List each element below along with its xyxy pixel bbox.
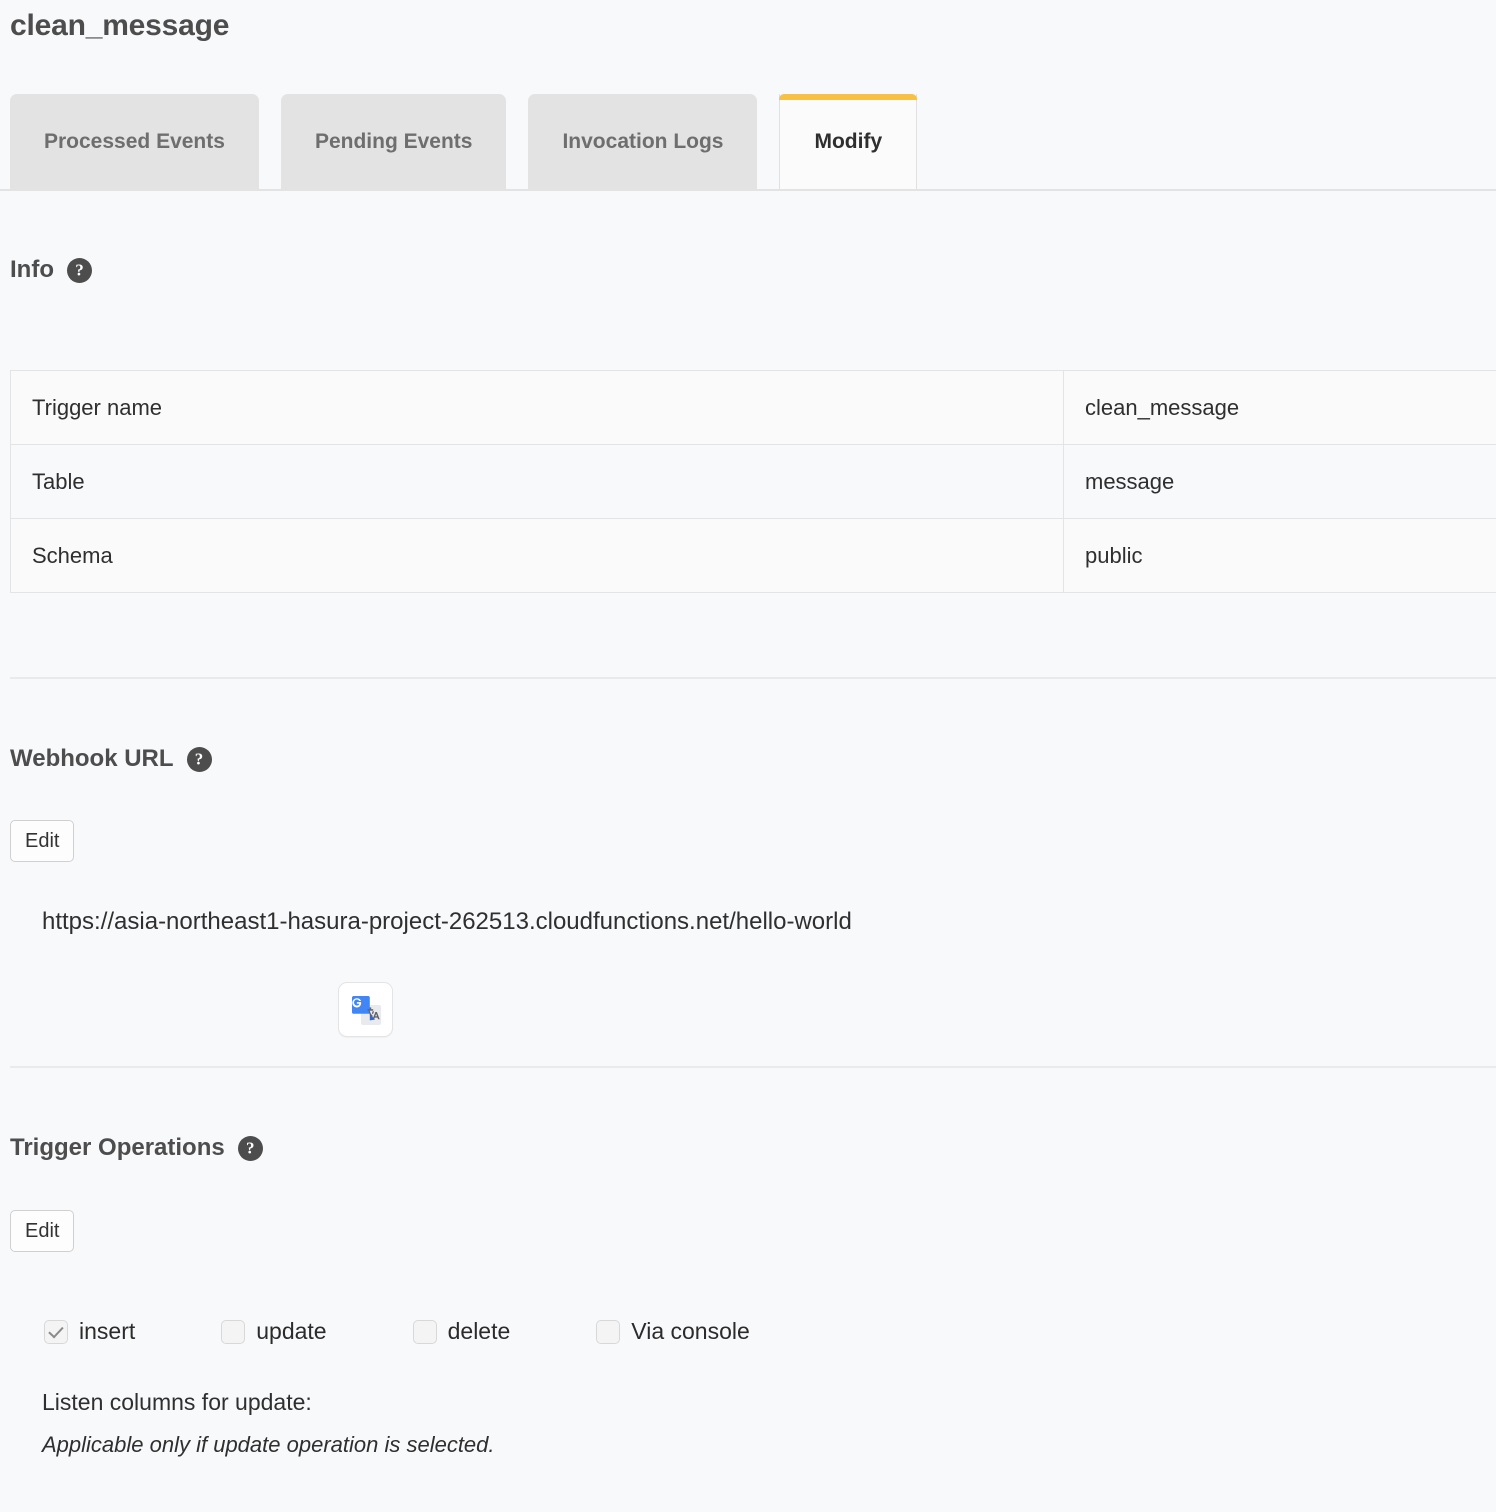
tab-pending-events[interactable]: Pending Events [280,94,507,189]
operation-label: delete [447,1318,511,1344]
info-row-value: message [1063,444,1496,519]
operation-label: insert [79,1318,136,1344]
operation-insert[interactable]: insert [44,1318,135,1345]
webhook-section-heading: Webhook URL ? [10,745,212,773]
operation-label: update [256,1318,327,1344]
table-row: Table message [10,444,1496,519]
operation-via-console[interactable]: Via console [596,1318,750,1345]
operation-delete[interactable]: delete [412,1318,511,1345]
webhook-edit-button[interactable]: Edit [10,820,75,862]
checkbox-icon[interactable] [412,1319,437,1344]
help-circle-icon[interactable]: ? [237,1135,263,1161]
checkbox-icon[interactable] [596,1319,621,1344]
listen-columns-label: Listen columns for update: [42,1389,312,1415]
google-translate-glyph [351,995,381,1025]
table-row: Trigger name clean_message [10,370,1496,445]
operation-update[interactable]: update [221,1318,327,1345]
section-divider [10,1066,1496,1068]
checkbox-icon[interactable] [44,1319,68,1344]
tab-processed-events[interactable]: Processed Events [10,94,259,189]
info-row-value: public [1063,518,1496,593]
modify-trigger-page: clean_message Processed Events Pending Ev… [0,0,1496,1512]
page-title: clean_message [10,9,230,42]
operation-label: Via console [631,1318,750,1344]
webhook-heading-label: Webhook URL [10,745,174,772]
webhook-url-value: https://asia-northeast1-hasura-project-2… [42,908,852,935]
info-row-value: clean_message [1063,370,1496,445]
info-row-key: Trigger name [10,370,1064,445]
tab-list: Processed Events Pending Events Invocation… [10,94,918,189]
tab-bar: Processed Events Pending Events Invocation… [0,94,1496,191]
trigger-operations-heading: Trigger Operations ? [10,1134,263,1162]
help-circle-icon[interactable]: ? [66,257,92,283]
info-heading-label: Info [10,256,54,283]
section-divider [10,677,1496,679]
tab-invocation-logs[interactable]: Invocation Logs [528,94,758,189]
checkbox-icon[interactable] [221,1319,246,1344]
info-row-key: Schema [10,518,1064,593]
google-translate-icon[interactable] [338,982,393,1037]
table-row: Schema public [10,518,1496,593]
trigger-operations-checkbox-row: insert update delete Via console [44,1318,750,1345]
info-section-heading: Info ? [10,256,92,284]
trigger-operations-edit-button[interactable]: Edit [10,1210,75,1252]
info-row-key: Table [10,444,1064,519]
tab-modify[interactable]: Modify [779,94,918,189]
listen-columns-note: Applicable only if update operation is s… [42,1432,495,1457]
trigger-operations-label: Trigger Operations [10,1134,225,1161]
info-table: Trigger name clean_message Table message Sch… [10,370,1496,593]
help-circle-icon[interactable]: ? [186,746,212,772]
